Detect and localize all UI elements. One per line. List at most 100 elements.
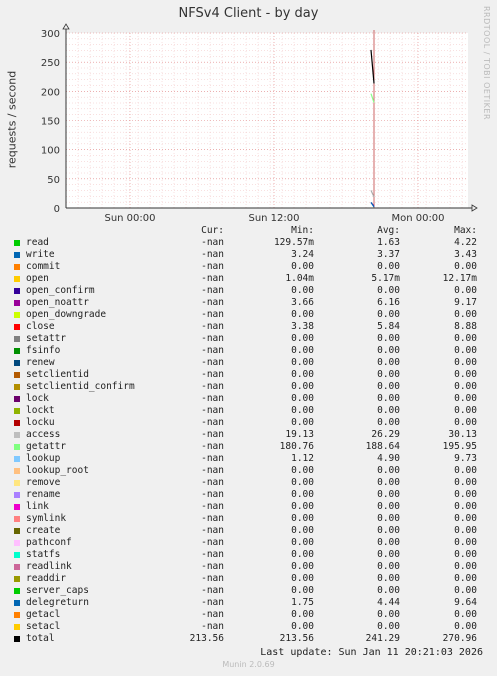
- legend-cur: -nan: [201, 333, 224, 344]
- legend-min: 3.38: [291, 321, 314, 332]
- legend-max: 0.00: [454, 525, 477, 536]
- legend-max: 0.00: [454, 621, 477, 632]
- legend-avg: 0.00: [377, 501, 400, 512]
- legend-cur: -nan: [201, 501, 224, 512]
- legend-cur: -nan: [201, 477, 224, 488]
- legend-min: 0.00: [291, 501, 314, 512]
- legend-avg: 0.00: [377, 561, 400, 572]
- legend-row-commit: commit -nan 0.00 0.00 0.00: [12, 261, 492, 273]
- legend-row-write: write -nan 3.24 3.37 3.43: [12, 249, 492, 261]
- legend-label: remove: [26, 477, 61, 488]
- legend-avg: 0.00: [377, 417, 400, 428]
- legend-row-readdir: readdir -nan 0.00 0.00 0.00: [12, 573, 492, 585]
- x-tick-label: Mon 00:00: [391, 213, 444, 224]
- legend-label: readlink: [26, 561, 72, 572]
- legend-avg: 5.17m: [371, 273, 400, 284]
- legend-max: 0.00: [454, 369, 477, 380]
- legend-cur: -nan: [201, 513, 224, 524]
- legend-cur: -nan: [201, 465, 224, 476]
- legend-cur: -nan: [201, 357, 224, 368]
- legend-row-delegreturn: delegreturn -nan 1.75 4.44 9.64: [12, 597, 492, 609]
- legend-label: lock: [26, 393, 49, 404]
- legend-swatch: [14, 408, 20, 414]
- legend-label: setclientid: [26, 369, 89, 380]
- legend-label: rename: [26, 489, 61, 500]
- legend-max: 8.88: [454, 321, 477, 332]
- y-tick-label: 100: [41, 146, 60, 157]
- legend-row-total: total 213.56 213.56 241.29 270.96: [12, 633, 492, 645]
- legend-max: 0.00: [454, 285, 477, 296]
- legend-label: link: [26, 501, 49, 512]
- legend-cur: -nan: [201, 261, 224, 272]
- legend-avg: 1.63: [377, 237, 400, 248]
- legend-label: symlink: [26, 513, 67, 524]
- legend-avg: 0.00: [377, 609, 400, 620]
- legend-row-pathconf: pathconf -nan 0.00 0.00 0.00: [12, 537, 492, 549]
- legend-swatch: [14, 276, 20, 282]
- legend-min: 0.00: [291, 345, 314, 356]
- legend-avg: 0.00: [377, 477, 400, 488]
- legend-swatch: [14, 528, 20, 534]
- legend-cur: -nan: [201, 441, 224, 452]
- legend-swatch: [14, 456, 20, 462]
- legend-row-readlink: readlink -nan 0.00 0.00 0.00: [12, 561, 492, 573]
- legend-max: 0.00: [454, 477, 477, 488]
- legend-label: total: [26, 633, 55, 644]
- legend-avg: 5.84: [377, 321, 400, 332]
- legend-min: 1.04m: [285, 273, 314, 284]
- legend-avg: 0.00: [377, 513, 400, 524]
- legend-avg: 0.00: [377, 405, 400, 416]
- legend-row-setacl: setacl -nan 0.00 0.00 0.00: [12, 621, 492, 633]
- legend-max: 0.00: [454, 489, 477, 500]
- legend-swatch: [14, 444, 20, 450]
- legend-avg: 0.00: [377, 309, 400, 320]
- legend-row-fsinfo: fsinfo -nan 0.00 0.00 0.00: [12, 345, 492, 357]
- legend-max: 0.00: [454, 549, 477, 560]
- legend-max: 0.00: [454, 261, 477, 272]
- legend-swatch: [14, 468, 20, 474]
- legend-max: 9.73: [454, 453, 477, 464]
- legend-cur: -nan: [201, 621, 224, 632]
- legend-min: 0.00: [291, 417, 314, 428]
- legend-cur: -nan: [201, 393, 224, 404]
- legend-min: 3.66: [291, 297, 314, 308]
- legend-avg: 0.00: [377, 525, 400, 536]
- legend-min: 0.00: [291, 393, 314, 404]
- x-tick-label: Sun 12:00: [248, 213, 299, 224]
- legend-cur: -nan: [201, 609, 224, 620]
- legend-rows: read -nan 129.57m 1.63 4.22 write -nan 3.24 3.37…: [12, 237, 492, 645]
- legend-label: setattr: [26, 333, 67, 344]
- legend-avg: 0.00: [377, 489, 400, 500]
- legend-min: 0.00: [291, 585, 314, 596]
- legend-min: 1.75: [291, 597, 314, 608]
- legend-cur: -nan: [201, 549, 224, 560]
- y-tick-label: 250: [41, 58, 60, 69]
- legend-min: 0.00: [291, 285, 314, 296]
- legend-avg: 0.00: [377, 381, 400, 392]
- legend-min: 0.00: [291, 573, 314, 584]
- legend-row-open: open -nan 1.04m 5.17m 12.17m: [12, 273, 492, 285]
- legend-max: 0.00: [454, 513, 477, 524]
- legend-row-renew: renew -nan 0.00 0.00 0.00: [12, 357, 492, 369]
- legend-label: server_caps: [26, 585, 89, 596]
- legend-swatch: [14, 300, 20, 306]
- legend-max: 9.64: [454, 597, 477, 608]
- legend-min: 0.00: [291, 513, 314, 524]
- legend-row-locku: locku -nan 0.00 0.00 0.00: [12, 417, 492, 429]
- legend-row-rename: rename -nan 0.00 0.00 0.00: [12, 489, 492, 501]
- legend-label: commit: [26, 261, 61, 272]
- legend-max: 0.00: [454, 309, 477, 320]
- legend-min: 0.00: [291, 477, 314, 488]
- legend-cur: -nan: [201, 345, 224, 356]
- x-tick-label: Sun 00:00: [104, 213, 155, 224]
- legend-cur: -nan: [201, 405, 224, 416]
- legend-swatch: [14, 624, 20, 630]
- legend-max: 3.43: [454, 249, 477, 260]
- legend-avg: 0.00: [377, 573, 400, 584]
- legend-avg: 241.29: [365, 633, 400, 644]
- legend-label: lockt: [26, 405, 55, 416]
- legend-label: statfs: [26, 549, 61, 560]
- legend-avg: 0.00: [377, 549, 400, 560]
- y-axis-arrow: [62, 23, 70, 30]
- legend-cur: -nan: [201, 489, 224, 500]
